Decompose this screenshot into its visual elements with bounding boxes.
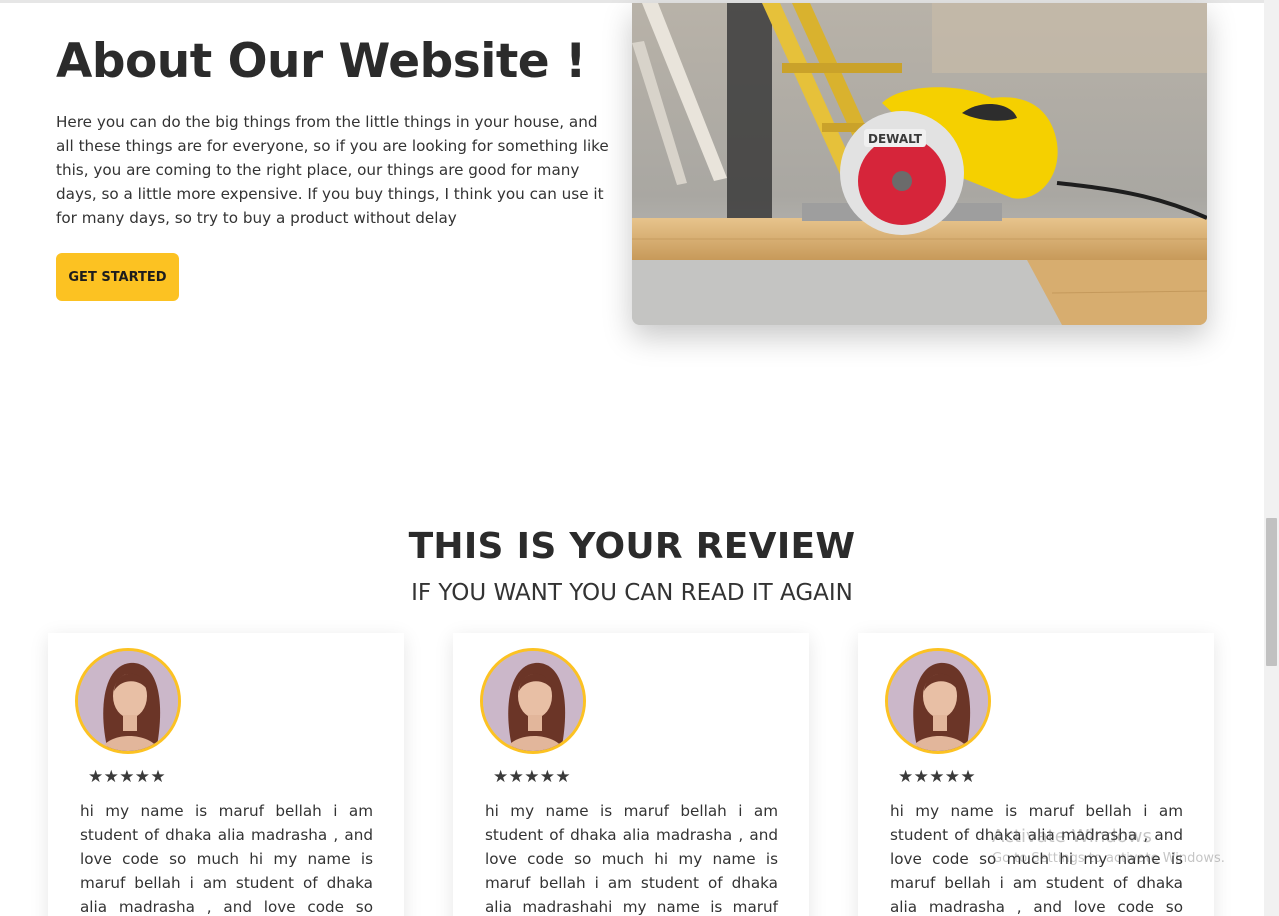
star-icon: ★ <box>929 767 945 787</box>
review-card: ★★★★★ hi my name is maruf bellah i am st… <box>48 633 404 916</box>
avatar <box>75 648 181 754</box>
star-icon: ★ <box>539 767 556 787</box>
vertical-scrollbar[interactable] <box>1264 0 1279 916</box>
circular-saw-image: DEWALT <box>632 3 1207 325</box>
star-icon: ★ <box>960 767 976 787</box>
about-title: About Our Website ! <box>56 34 586 89</box>
star-icon: ★ <box>898 767 914 787</box>
star-icon: ★ <box>493 767 509 787</box>
avatar <box>480 648 586 754</box>
review-card: ★★★★★ hi my name is maruf bellah i am st… <box>858 633 1214 916</box>
review-text: hi my name is maruf bellah i am student … <box>890 802 1183 916</box>
star-icon: ★ <box>524 767 540 787</box>
star-icon: ★ <box>508 767 524 787</box>
star-icon: ★ <box>555 767 571 787</box>
review-section-title: THIS IS YOUR REVIEW <box>408 526 856 567</box>
star-icon: ★ <box>103 767 119 787</box>
scrollbar-thumb[interactable] <box>1266 518 1277 666</box>
avatar <box>885 648 991 754</box>
get-started-button[interactable]: GET STARTED <box>56 253 179 301</box>
review-card: ★★★★★ hi my name is maruf bellah i am st… <box>453 633 809 916</box>
review-section-subtitle: IF YOU WANT YOU CAN READ IT AGAIN <box>411 580 853 606</box>
star-icon: ★ <box>119 767 135 787</box>
rating-stars: ★★★★★ <box>493 767 571 787</box>
star-icon: ★ <box>134 767 151 787</box>
dewalt-logo-text: DEWALT <box>868 132 923 146</box>
star-icon: ★ <box>944 767 961 787</box>
star-icon: ★ <box>150 767 166 787</box>
rating-stars: ★★★★★ <box>88 767 166 787</box>
about-description: Here you can do the big things from the … <box>56 113 609 227</box>
rating-stars: ★★★★★ <box>898 767 976 787</box>
review-text: hi my name is maruf bellah i am student … <box>80 802 373 916</box>
star-icon: ★ <box>88 767 104 787</box>
star-icon: ★ <box>913 767 929 787</box>
review-text: hi my name is maruf bellah i am student … <box>485 802 778 916</box>
